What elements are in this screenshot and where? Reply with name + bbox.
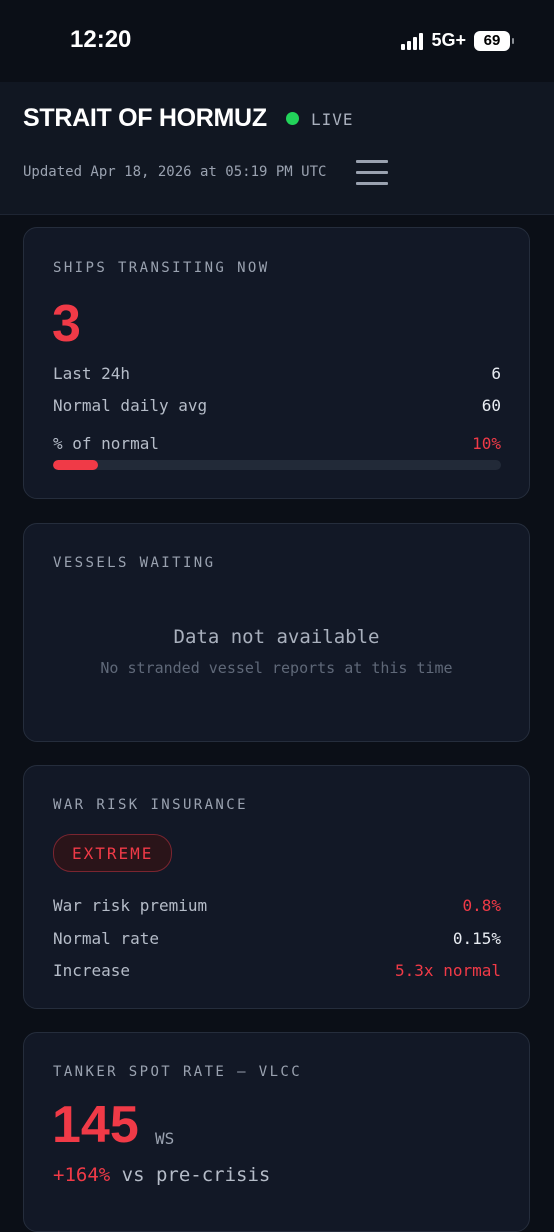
live-status-dot-icon xyxy=(286,112,299,125)
stat-label: Increase xyxy=(53,961,131,980)
change-vs-pre-crisis: +164% vs pre-crisis xyxy=(53,1164,270,1186)
stat-label: Last 24h xyxy=(53,364,131,383)
stat-row: Increase 5.3x normal xyxy=(53,961,501,980)
stat-label: % of normal xyxy=(53,434,159,453)
status-bar: 12:20 5G+ 69 xyxy=(0,0,554,82)
no-data-title: Data not available xyxy=(173,626,380,648)
war-risk-insurance-card: WAR RISK INSURANCE EXTREME War risk prem… xyxy=(23,765,530,1009)
status-indicators: 5G+ 69 xyxy=(401,30,514,51)
page-title: STRAIT OF HORMUZ xyxy=(23,104,267,132)
risk-level-badge: EXTREME xyxy=(53,834,173,872)
card-label: VESSELS WAITING xyxy=(53,555,216,571)
progress-fill xyxy=(53,460,98,470)
live-label: LIVE xyxy=(311,110,354,129)
card-label: SHIPS TRANSITING NOW xyxy=(53,260,270,276)
stat-value: 6 xyxy=(491,364,501,383)
stat-row: Normal daily avg 60 xyxy=(53,396,501,415)
stat-label: War risk premium xyxy=(53,896,208,915)
no-data-subtitle: No stranded vessel reports at this time xyxy=(100,659,453,677)
spot-rate-unit: WS xyxy=(155,1129,175,1148)
stat-value: 60 xyxy=(481,396,501,415)
stat-label: Normal daily avg xyxy=(53,396,208,415)
stat-row: War risk premium 0.8% xyxy=(53,896,501,915)
updated-timestamp: Updated Apr 18, 2026 at 05:19 PM UTC xyxy=(23,164,327,180)
tanker-spot-rate-card: TANKER SPOT RATE — VLCC 145 WS +164% vs … xyxy=(23,1032,530,1232)
signal-icon xyxy=(401,32,424,50)
stat-value: 0.15% xyxy=(452,929,501,948)
vessels-waiting-card: VESSELS WAITING Data not available No st… xyxy=(23,523,530,742)
battery-level: 69 xyxy=(483,32,501,49)
card-label: TANKER SPOT RATE — VLCC xyxy=(53,1064,303,1080)
status-time: 12:20 xyxy=(70,26,132,53)
stat-row: Normal rate 0.15% xyxy=(53,929,501,948)
stat-value: 5.3x normal xyxy=(395,961,501,980)
stat-row: Last 24h 6 xyxy=(53,364,501,383)
stat-value: 10% xyxy=(472,434,501,453)
hamburger-menu-icon[interactable] xyxy=(356,160,388,186)
stat-row: % of normal 10% xyxy=(53,434,501,453)
network-type: 5G+ xyxy=(431,30,466,50)
change-percent: +164% xyxy=(53,1164,111,1186)
change-suffix: vs pre-crisis xyxy=(121,1164,271,1186)
card-label: WAR RISK INSURANCE xyxy=(53,797,248,813)
page-header: STRAIT OF HORMUZ LIVE Updated Apr 18, 20… xyxy=(0,82,554,215)
battery-icon: 69 xyxy=(474,30,514,51)
stat-label: Normal rate xyxy=(53,929,159,948)
percent-of-normal-bar xyxy=(53,460,501,470)
spot-rate-value: 145 xyxy=(52,1096,139,1154)
ships-transiting-card: SHIPS TRANSITING NOW 3 Last 24h 6 Normal… xyxy=(23,227,530,499)
ships-count: 3 xyxy=(52,295,81,353)
stat-value: 0.8% xyxy=(462,896,501,915)
